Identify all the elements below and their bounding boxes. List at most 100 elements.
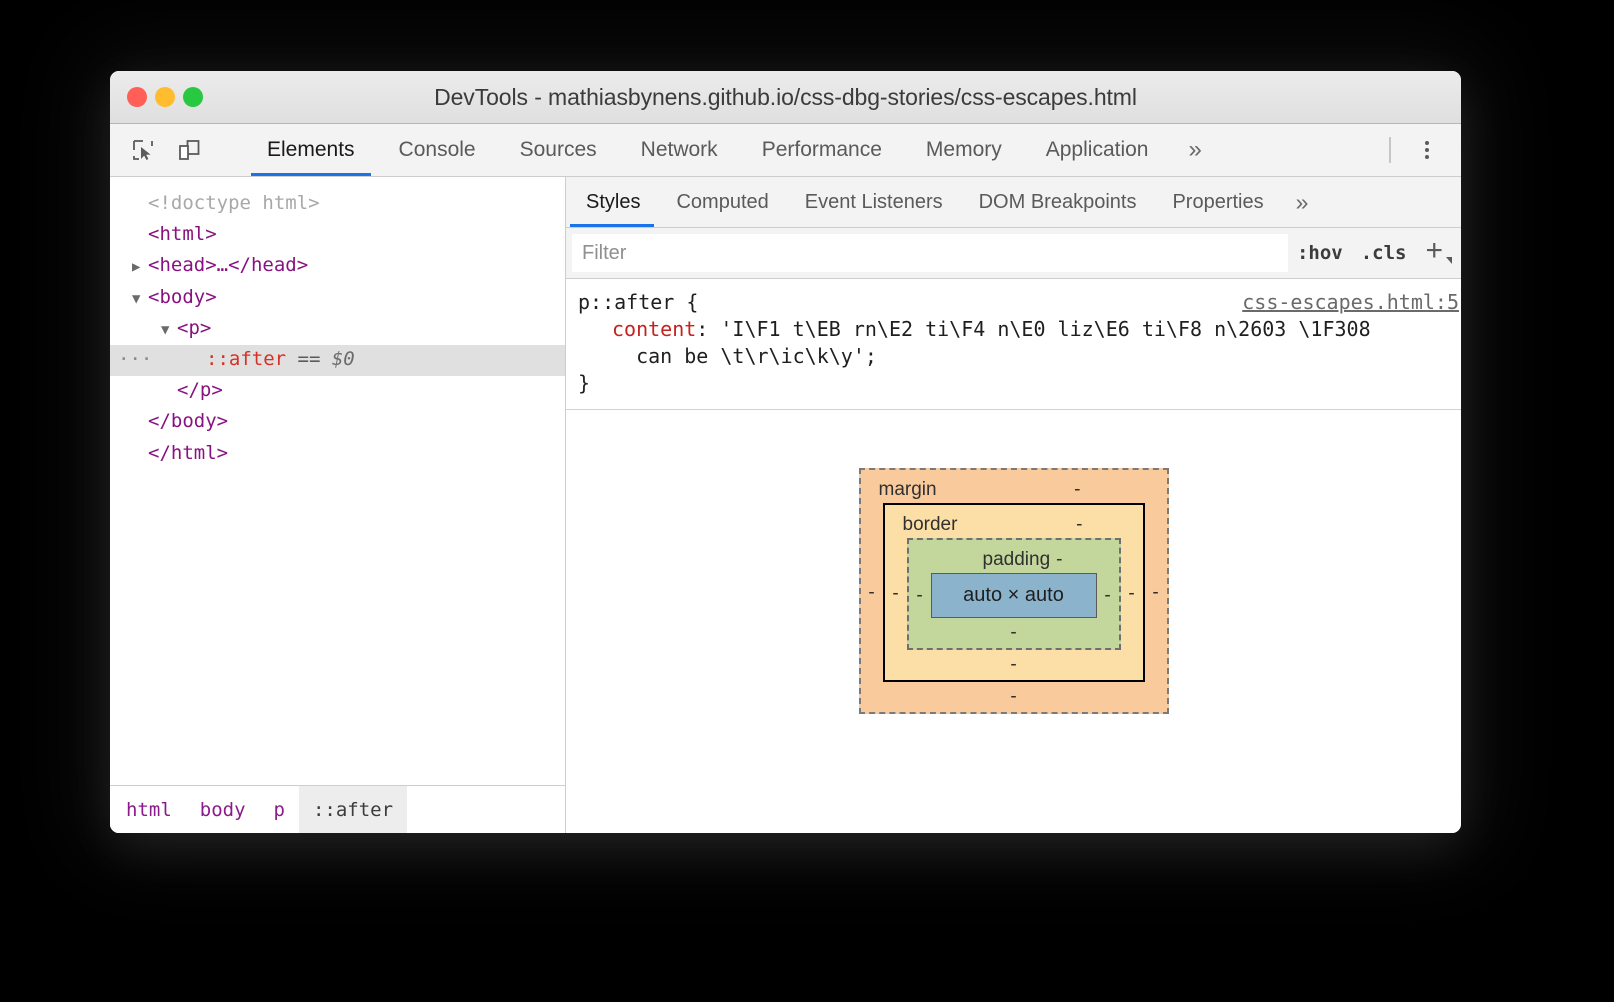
dom-node[interactable]: ▼ <body> xyxy=(110,283,565,314)
devtools-main-toolbar: Elements Console Sources Network Performance… xyxy=(110,124,1461,177)
box-model-content[interactable]: auto × auto xyxy=(930,573,1097,618)
sidebar-tab-styles[interactable]: Styles xyxy=(566,177,658,227)
css-property-name[interactable]: content xyxy=(612,317,696,341)
box-model-padding-right[interactable]: - xyxy=(1097,585,1119,607)
tab-elements[interactable]: Elements xyxy=(245,124,377,176)
expand-arrow-down-icon[interactable]: ▼ xyxy=(161,316,177,345)
box-model-border-right[interactable]: - xyxy=(1121,583,1143,605)
dom-node[interactable]: </p> xyxy=(110,376,565,407)
sidebar-tab-computed[interactable]: Computed xyxy=(658,177,786,227)
breadcrumb-item-after[interactable]: ::after xyxy=(298,786,408,833)
dom-node-text: <p> xyxy=(177,316,212,339)
traffic-lights xyxy=(127,87,203,107)
kebab-menu-icon[interactable] xyxy=(1409,132,1445,168)
css-declaration[interactable]: content: 'I\F1 t\EB rn\E2 ti\F4 n\E0 liz… xyxy=(566,316,1461,370)
dom-node-text: </html> xyxy=(148,441,229,464)
toolbar-right-divider xyxy=(1389,137,1391,163)
tab-application[interactable]: Application xyxy=(1024,124,1171,176)
box-model-padding-row: - auto × auto - xyxy=(909,573,1119,618)
main-toolbar-right xyxy=(1389,124,1461,176)
css-property-value-line2[interactable]: can be \t\r\ic\k\y'; xyxy=(636,344,877,368)
tab-sources[interactable]: Sources xyxy=(498,124,619,176)
box-model-padding[interactable]: padding - - auto × auto - - xyxy=(906,538,1121,650)
window-title: DevTools - mathiasbynens.github.io/css-d… xyxy=(434,83,1137,110)
box-model-border-bottom[interactable]: - xyxy=(885,650,1143,680)
box-model-margin-left[interactable]: - xyxy=(861,582,883,604)
box-model-margin-label-row: margin - xyxy=(861,470,1167,503)
more-tabs-chevron-icon[interactable]: » xyxy=(1170,124,1219,176)
tab-performance[interactable]: Performance xyxy=(740,124,904,176)
styles-filter-bar: :hov .cls + xyxy=(566,228,1461,279)
inspect-element-icon[interactable] xyxy=(126,133,160,167)
dom-tree[interactable]: <!doctype html> <html> ▶ <head>…</head> ▼ <b… xyxy=(110,177,565,785)
sidebar-tab-dom-breakpoints[interactable]: DOM Breakpoints xyxy=(961,177,1155,227)
arrow-spacer xyxy=(132,222,148,251)
main-tab-list: Elements Console Sources Network Performance… xyxy=(245,124,1220,176)
breadcrumb-item-p[interactable]: p xyxy=(260,786,299,833)
box-model-margin-bottom[interactable]: - xyxy=(861,682,1167,712)
css-rule-block: p::after { css-escapes.html:5 content: '… xyxy=(566,279,1461,410)
dom-node-equals: == xyxy=(286,348,332,371)
breadcrumb-item-body[interactable]: body xyxy=(186,786,260,833)
close-window-button[interactable] xyxy=(127,87,147,107)
new-style-rule-button[interactable]: + xyxy=(1415,236,1455,270)
box-model-margin-right[interactable]: - xyxy=(1145,582,1167,604)
dom-node[interactable]: <!doctype html> xyxy=(110,189,565,220)
box-model-border-left[interactable]: - xyxy=(885,583,907,605)
css-colon: : xyxy=(696,317,721,341)
css-property-value-line1[interactable]: 'I\F1 t\EB rn\E2 ti\F4 n\E0 liz\E6 ti\F8… xyxy=(720,317,1370,341)
elements-dom-panel: <!doctype html> <html> ▶ <head>…</head> ▼ <b… xyxy=(110,177,566,833)
dom-node[interactable]: <html> xyxy=(110,220,565,251)
dom-node-text: <html> xyxy=(148,223,217,246)
maximize-window-button[interactable] xyxy=(183,87,203,107)
box-model-border-top[interactable]: - xyxy=(1076,505,1142,538)
dom-node[interactable]: </body> xyxy=(110,407,565,438)
box-model-margin-row: - border - - padding - - auto × auto - -… xyxy=(861,503,1167,682)
arrow-spacer xyxy=(132,441,148,470)
dom-node[interactable]: </html> xyxy=(110,439,565,470)
dom-node-ellipsis-icon[interactable]: ··· xyxy=(118,345,152,374)
arrow-spacer xyxy=(132,409,148,438)
box-model-padding-label: padding xyxy=(982,549,1051,570)
box-model-padding-label-row: padding - xyxy=(909,540,1119,573)
css-selector[interactable]: p::after { xyxy=(578,289,698,316)
expand-arrow-down-icon[interactable]: ▼ xyxy=(132,285,148,314)
box-model-border-label: border xyxy=(902,514,958,535)
box-model-padding-left[interactable]: - xyxy=(909,585,931,607)
plus-icon: + xyxy=(1425,234,1443,267)
sidebar-tab-properties[interactable]: Properties xyxy=(1154,177,1281,227)
dom-node-console-ref: $0 xyxy=(331,348,355,371)
sidebar-more-tabs-chevron-icon[interactable]: » xyxy=(1282,177,1323,227)
dom-node-text: </p> xyxy=(177,379,223,402)
box-model-margin[interactable]: margin - - border - - padding - - auto ×… xyxy=(858,468,1169,714)
device-toolbar-icon[interactable] xyxy=(172,133,206,167)
tab-network[interactable]: Network xyxy=(619,124,740,176)
box-model-area: margin - - border - - padding - - auto ×… xyxy=(566,410,1461,833)
arrow-spacer xyxy=(132,191,148,220)
styles-tab-list: Styles Computed Event Listeners DOM Breakpo… xyxy=(566,177,1461,228)
minimize-window-button[interactable] xyxy=(155,87,175,107)
toggle-element-classes-button[interactable]: .cls xyxy=(1352,242,1416,264)
box-model-margin-top[interactable]: - xyxy=(1074,470,1166,503)
sidebar-tab-event-listeners[interactable]: Event Listeners xyxy=(787,177,961,227)
dom-node[interactable]: ▶ <head>…</head> xyxy=(110,251,565,282)
expand-arrow-right-icon[interactable]: ▶ xyxy=(132,253,148,282)
panel-split: <!doctype html> <html> ▶ <head>…</head> ▼ <b… xyxy=(110,177,1461,833)
tab-console[interactable]: Console xyxy=(377,124,498,176)
dom-node[interactable]: ▼ <p> xyxy=(110,314,565,345)
box-model-border-label-row: border - xyxy=(885,505,1143,538)
box-model-padding-bottom[interactable]: - xyxy=(909,618,1119,648)
arrow-spacer xyxy=(161,378,177,407)
toggle-hover-state-button[interactable]: :hov xyxy=(1288,242,1352,264)
dom-node-text: <head>…</head> xyxy=(148,254,309,277)
styles-filter-input[interactable] xyxy=(572,234,1288,272)
arrow-spacer xyxy=(190,347,206,376)
tab-memory[interactable]: Memory xyxy=(904,124,1024,176)
css-source-link[interactable]: css-escapes.html:5 xyxy=(1242,289,1459,316)
box-model-padding-top[interactable]: - xyxy=(1050,540,1062,573)
box-model-border[interactable]: border - - padding - - auto × auto - - -… xyxy=(882,503,1145,682)
dom-node-text: </body> xyxy=(148,410,229,433)
dom-node-selected[interactable]: ··· ::after == $0 xyxy=(110,345,565,377)
breadcrumb-item-html[interactable]: html xyxy=(110,786,186,833)
dom-node-text: <!doctype html> xyxy=(148,192,320,214)
